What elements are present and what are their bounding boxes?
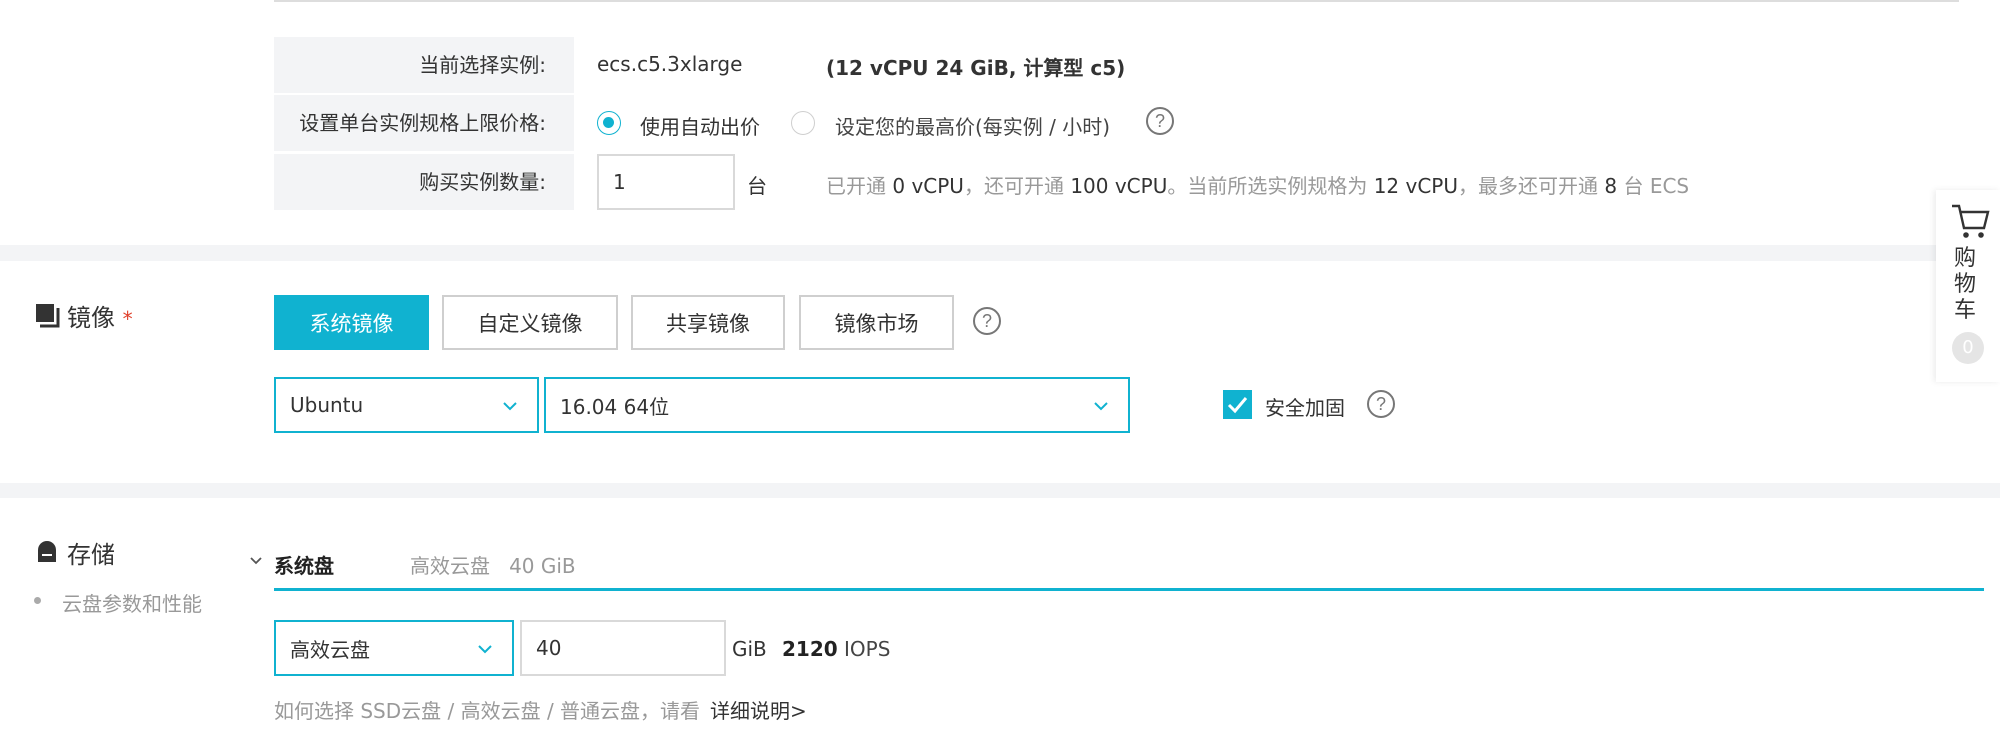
shopping-cart-icon [1952, 204, 1990, 238]
security-hardening-label[interactable]: 安全加固 [1265, 392, 1345, 421]
image-section-title: 镜像 * [67, 304, 133, 332]
quantity-label: 购买实例数量: [274, 154, 574, 210]
quantity-unit: 台 [747, 174, 767, 198]
quantity-input[interactable]: 1 [597, 154, 735, 210]
panel-top-border [274, 0, 1959, 2]
auto-bid-label[interactable]: 使用自动出价 [640, 111, 760, 140]
image-section-icon [34, 302, 60, 328]
current-instance-spec: (12 vCPU 24 GiB, 计算型 c5) [826, 56, 1126, 80]
security-help-icon[interactable]: ? [1367, 390, 1395, 418]
cart-count-badge: 0 [1952, 332, 1984, 364]
collapse-chevron-icon[interactable] [248, 553, 264, 569]
storage-section-icon [34, 538, 60, 564]
auto-bid-radio[interactable] [597, 111, 621, 135]
price-help-icon[interactable]: ? [1146, 107, 1174, 135]
price-limit-label: 设置单台实例规格上限价格: [274, 95, 574, 151]
sub-link-bullet [34, 597, 41, 604]
os-select-value: Ubuntu [290, 393, 364, 417]
iops-info: 2120 IOPS [782, 637, 891, 661]
current-instance-label: 当前选择实例: [274, 37, 574, 93]
disk-details-link[interactable]: 详细说明> [710, 695, 807, 724]
disk-size-value: 40 [536, 636, 562, 660]
disk-params-link[interactable]: 云盘参数和性能 [62, 588, 202, 617]
disk-type-value: 高效云盘 [290, 637, 370, 662]
quota-info: 已开通 0 vCPU，还可开通 100 vCPU。当前所选实例规格为 12 vC… [826, 174, 1690, 198]
system-disk-tab[interactable]: 系统盘 [274, 550, 334, 579]
chevron-down-icon [1094, 402, 1108, 411]
system-disk-summary: 高效云盘 40 GiB [410, 554, 576, 578]
tab-shared-image[interactable]: 共享镜像 [631, 295, 785, 350]
tab-system-image[interactable]: 系统镜像 [274, 295, 429, 350]
disk-tab-underline [274, 588, 1984, 591]
required-mark: * [122, 307, 133, 331]
cart-widget[interactable]: 购物车 0 [1936, 190, 2000, 382]
disk-size-input[interactable]: 40 [520, 620, 726, 676]
tab-image-market[interactable]: 镜像市场 [799, 295, 954, 350]
security-hardening-checkbox[interactable] [1223, 390, 1252, 419]
disk-size-unit: GiB [732, 637, 767, 661]
quantity-value: 1 [613, 170, 626, 194]
cart-label: 购物车 [1954, 246, 1977, 323]
chevron-down-icon [503, 402, 517, 411]
version-select-value: 16.04 64位 [560, 394, 670, 419]
disk-type-select[interactable]: 高效云盘 [274, 620, 514, 676]
image-help-icon[interactable]: ? [973, 307, 1001, 335]
os-select[interactable]: Ubuntu [274, 377, 539, 433]
disk-help-text: 如何选择 SSD云盘 / 高效云盘 / 普通云盘，请看 [274, 699, 701, 723]
chevron-down-icon [478, 645, 492, 654]
version-select[interactable]: 16.04 64位 [544, 377, 1130, 433]
tab-custom-image[interactable]: 自定义镜像 [442, 295, 618, 350]
max-price-radio[interactable] [791, 111, 815, 135]
storage-section-title: 存储 [67, 541, 115, 569]
max-price-label[interactable]: 设定您的最高价(每实例 / 小时) [835, 111, 1110, 140]
current-instance-value: ecs.c5.3xlarge [597, 52, 743, 76]
